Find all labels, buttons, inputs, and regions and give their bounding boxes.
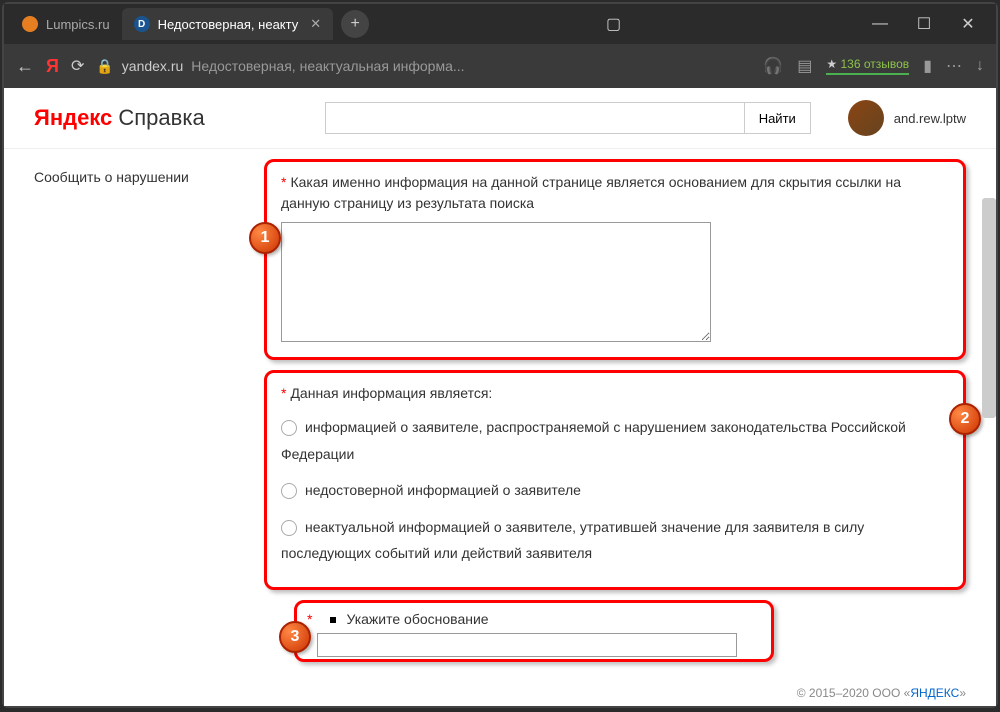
tab-title: Недостоверная, неакту [158, 17, 299, 32]
radio-icon [281, 420, 297, 436]
page-content: Яндекс Справка Найти and.rew.lptw Сообщи… [4, 88, 996, 706]
reason-textarea[interactable] [281, 222, 711, 342]
new-tab-button[interactable]: + [341, 10, 369, 38]
tab-yandex[interactable]: D Недостоверная, неакту ✕ [122, 8, 334, 40]
tab-bar: Lumpics.ru D Недостоверная, неакту ✕ + ▢… [4, 4, 996, 44]
sidebar-link-report[interactable]: Сообщить о нарушении [34, 169, 224, 185]
yandex-home-icon[interactable]: Я [46, 56, 59, 77]
bookmark-icon[interactable]: ▮ [923, 56, 932, 76]
search-input[interactable] [325, 102, 745, 134]
bullet-icon [330, 617, 336, 623]
url-box[interactable]: 🔒 yandex.ru Недостоверная, неактуальная … [96, 58, 464, 75]
shield-icon[interactable]: ▤ [797, 56, 812, 76]
radio-option-inaccurate[interactable]: недостоверной информацией о заявителе [281, 477, 949, 504]
field-label-reason: Какая именно информация на данной страни… [281, 174, 901, 211]
page-header: Яндекс Справка Найти and.rew.lptw [4, 88, 996, 149]
avatar[interactable] [848, 100, 884, 136]
address-bar: ← Я ⟳ 🔒 yandex.ru Недостоверная, неактуа… [4, 44, 996, 88]
form-area: 1 *Какая именно информация на данной стр… [254, 149, 996, 706]
reload-button[interactable]: ⟳ [71, 56, 84, 76]
headphones-icon[interactable]: 🎧 [763, 56, 783, 76]
username: and.rew.lptw [894, 111, 966, 126]
form-section-type: 2 *Данная информация является: информаци… [264, 370, 966, 590]
annotation-badge-2: 2 [949, 403, 981, 435]
tab-lumpics[interactable]: Lumpics.ru [10, 8, 122, 40]
radio-option-irrelevant[interactable]: неактуальной информацией о заявителе, ут… [281, 514, 949, 567]
form-section-justification: 3 *Укажите обоснование [294, 600, 774, 662]
field-label-justification: Укажите обоснование [346, 611, 488, 627]
back-button[interactable]: ← [16, 56, 34, 77]
yandex-help-logo[interactable]: Яндекс Справка [34, 105, 205, 131]
search-button[interactable]: Найти [745, 102, 811, 134]
tablet-mode-icon[interactable]: ▢ [592, 8, 636, 40]
annotation-badge-3: 3 [279, 621, 311, 653]
download-icon[interactable]: ↓ [976, 57, 984, 75]
field-label-type: Данная информация является: [290, 385, 492, 401]
radio-option-violation[interactable]: информацией о заявителе, распространяемо… [281, 414, 949, 467]
menu-dots-icon[interactable]: ⋯ [946, 56, 962, 76]
radio-icon [281, 483, 297, 499]
radio-icon [281, 520, 297, 536]
close-tab-icon[interactable]: ✕ [310, 16, 321, 32]
close-window-button[interactable]: ✕ [946, 8, 990, 40]
footer: © 2015–2020 ООО «ЯНДЕКС» [797, 686, 966, 700]
maximize-button[interactable]: ☐ [902, 8, 946, 40]
tab-title: Lumpics.ru [46, 17, 110, 32]
reviews-badge[interactable]: ★ 136 отзывов [826, 57, 909, 75]
favicon-orange-icon [22, 16, 38, 32]
url-title: Недостоверная, неактуальная информа... [191, 58, 464, 74]
annotation-badge-1: 1 [249, 222, 281, 254]
form-section-reason: 1 *Какая именно информация на данной стр… [264, 159, 966, 360]
minimize-button[interactable]: — [858, 8, 902, 40]
sidebar: Сообщить о нарушении [4, 149, 254, 706]
justification-input[interactable] [317, 633, 737, 657]
url-domain: yandex.ru [122, 58, 183, 74]
scrollbar[interactable] [982, 198, 996, 418]
lock-icon: 🔒 [96, 58, 113, 75]
yandex-footer-link[interactable]: ЯНДЕКС [910, 686, 959, 700]
favicon-yandex-icon: D [134, 16, 150, 32]
